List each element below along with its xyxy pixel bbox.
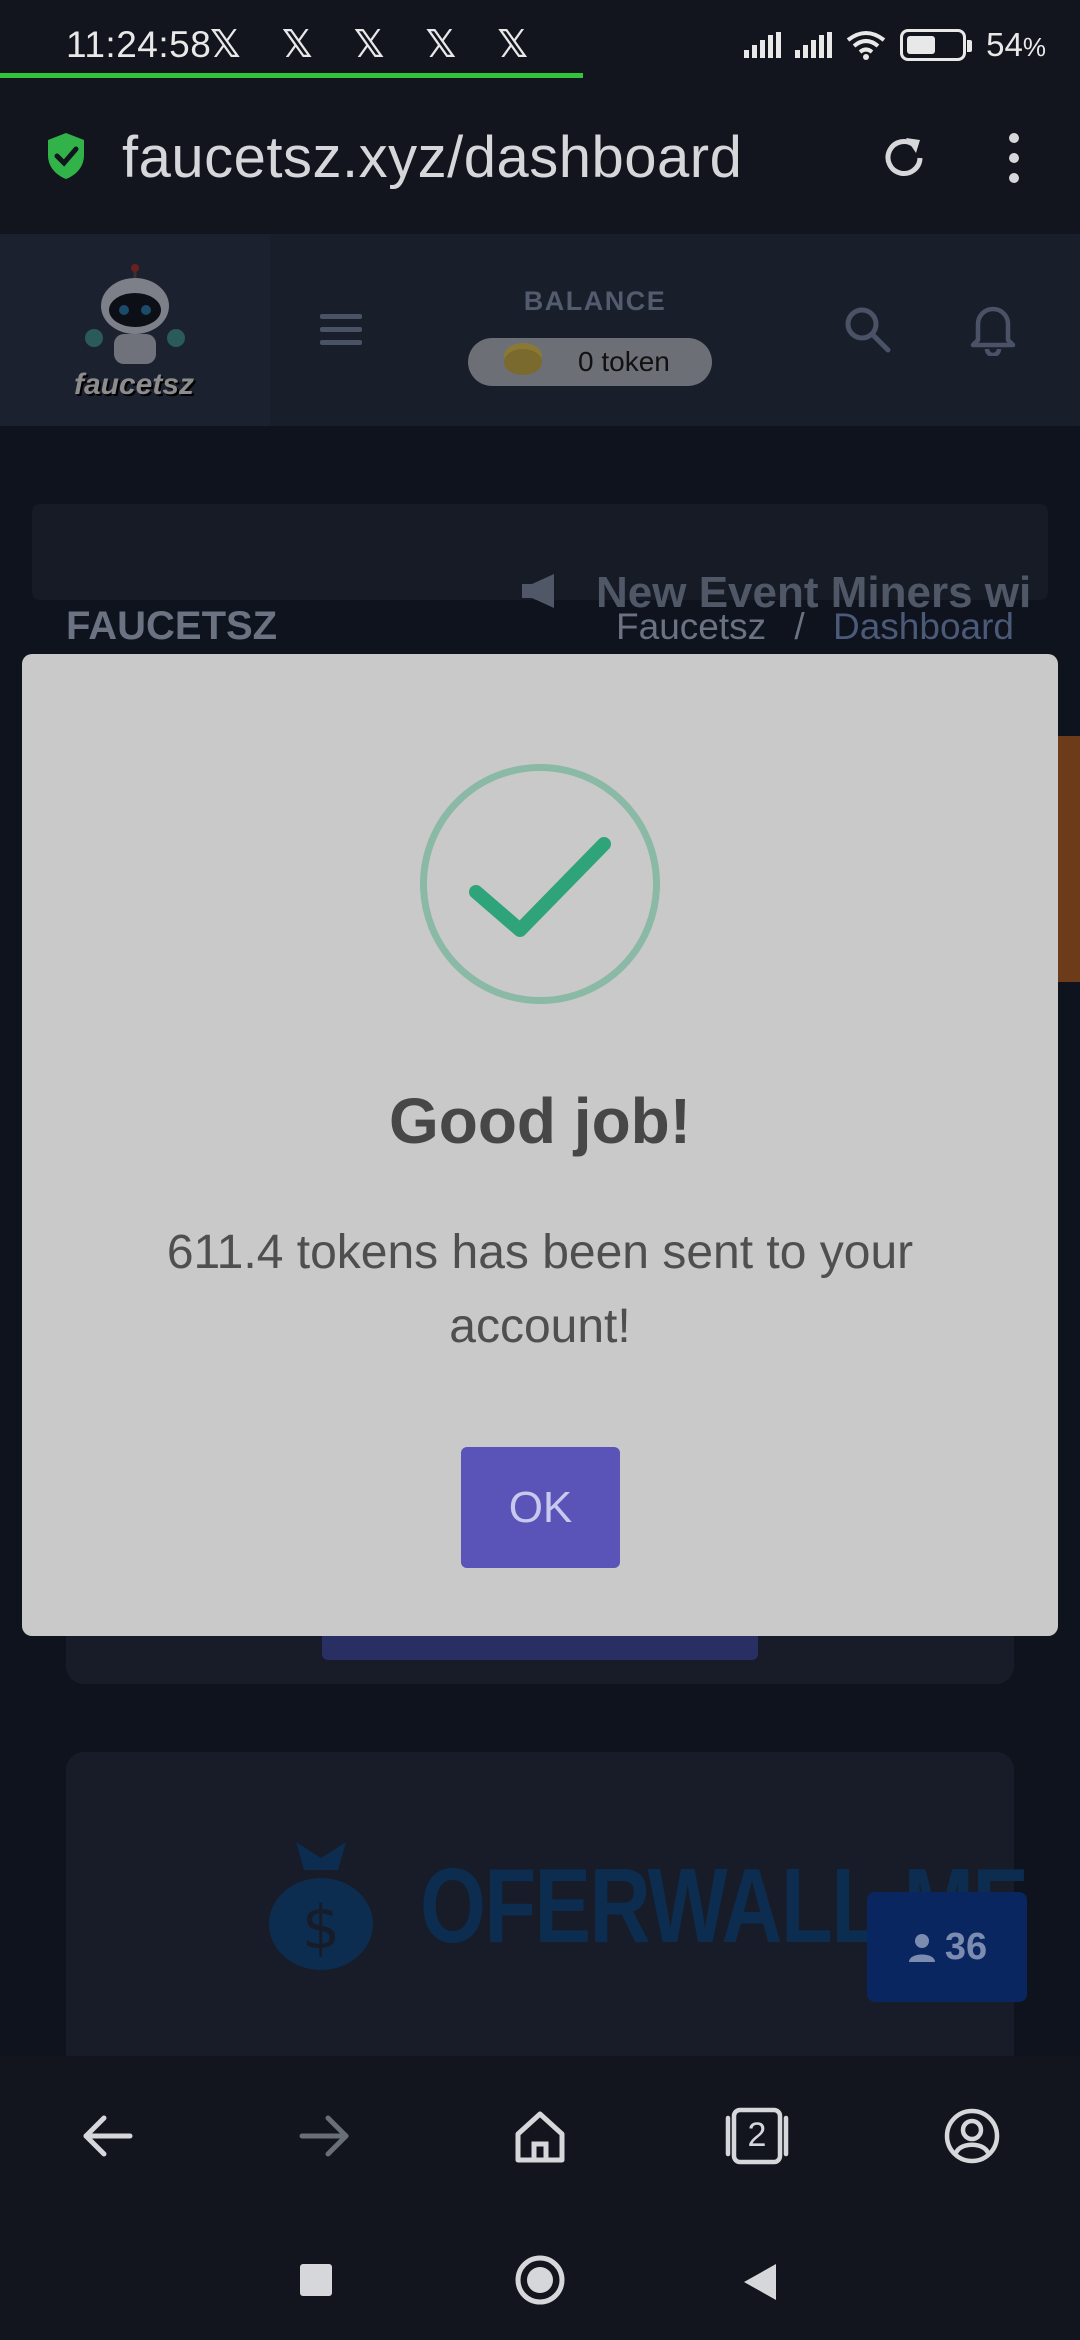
browser-bottom-nav: 2 <box>0 2056 1080 2212</box>
back-triangle-icon[interactable] <box>742 2262 778 2302</box>
more-options-icon[interactable] <box>1006 132 1022 184</box>
status-indicators: 54% <box>744 26 1046 64</box>
tabs-switcher[interactable]: 2 <box>722 2106 792 2166</box>
coin-icon <box>504 349 542 375</box>
reload-icon[interactable] <box>876 130 932 186</box>
breadcrumb-current: Dashboard <box>832 606 1014 647</box>
search-icon[interactable] <box>842 304 892 354</box>
signal-icon-2 <box>795 32 833 58</box>
wifi-icon <box>846 31 886 60</box>
forward-arrow-icon[interactable] <box>294 2106 354 2166</box>
status-bar: 11:24:58 𝕏 𝕏 𝕏 𝕏 𝕏 54% <box>0 0 1080 78</box>
menu-hamburger-icon[interactable] <box>320 312 362 348</box>
battery-percent: 54% <box>986 26 1046 63</box>
user-icon <box>908 1934 935 1962</box>
balance-label: BALANCE <box>523 286 667 316</box>
modal-title: Good job! <box>388 1085 692 1157</box>
logo-text: faucetsz <box>74 368 195 401</box>
online-users-badge[interactable]: 36 <box>867 1892 1027 2002</box>
balance-pill[interactable]: 0 token <box>468 338 712 386</box>
tab-count: 2 <box>747 2116 767 2154</box>
home-circle-icon[interactable] <box>514 2254 566 2306</box>
success-modal: Good job! 611.4 tokens has been sent to … <box>22 654 1058 1636</box>
back-arrow-icon[interactable] <box>78 2106 138 2166</box>
breadcrumb-separator: / <box>794 606 805 647</box>
ok-button[interactable]: OK <box>461 1447 620 1568</box>
home-icon[interactable] <box>510 2106 570 2166</box>
megaphone-icon <box>522 574 554 608</box>
browser-url-bar[interactable]: faucetsz.xyz/dashboard <box>0 78 1080 234</box>
site-header: faucetsz BALANCE 0 token <box>0 234 1080 426</box>
success-check-icon <box>469 837 611 937</box>
site-logo[interactable]: faucetsz <box>0 234 270 426</box>
system-nav-bar <box>0 2212 1080 2340</box>
svg-text:$: $ <box>302 1893 340 1963</box>
online-users-count: 36 <box>944 1925 988 1968</box>
side-banner-edge <box>1058 736 1080 982</box>
signal-icon <box>744 32 782 58</box>
recents-square-icon[interactable] <box>300 2264 332 2296</box>
balance-value: 0 token <box>578 346 670 377</box>
battery-icon <box>900 29 973 61</box>
notification-bell-icon[interactable] <box>968 300 1018 356</box>
status-time: 11:24:58 <box>66 24 212 65</box>
breadcrumb-root[interactable]: Faucetsz <box>616 606 766 647</box>
robot-mascot-icon <box>85 264 185 364</box>
modal-message: 611.4 tokens has been sent to your accou… <box>166 1226 914 1353</box>
account-icon[interactable] <box>942 2106 1002 2166</box>
url-text[interactable]: faucetsz.xyz/dashboard <box>122 124 742 191</box>
x-notification-icons: 𝕏 𝕏 𝕏 𝕏 𝕏 <box>210 22 542 66</box>
money-bag-icon: $ <box>269 1842 373 1970</box>
breadcrumb: Faucetsz / Dashboard <box>616 606 1014 648</box>
secure-shield-icon <box>48 133 84 179</box>
page-title: FAUCETSZ <box>66 604 278 648</box>
